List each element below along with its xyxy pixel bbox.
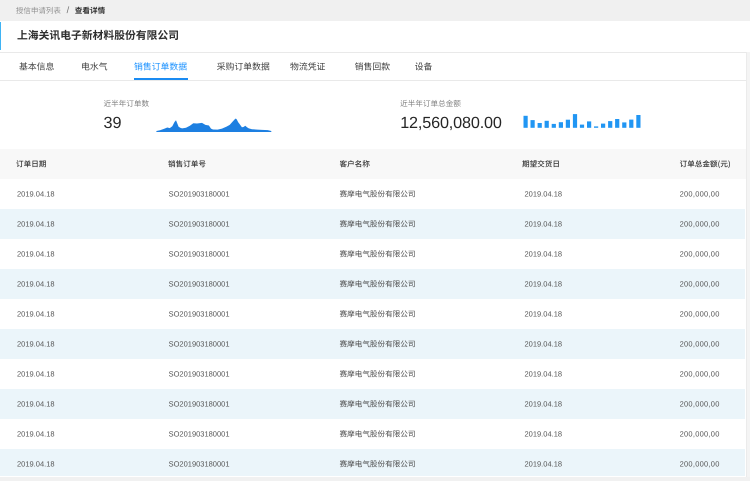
- svg-text:2019.04.18: 2019.04.18: [525, 279, 563, 288]
- svg-text:SO201903180001: SO201903180001: [169, 219, 230, 228]
- svg-text:200,000,00: 200,000,00: [680, 279, 720, 288]
- svg-text:/: /: [67, 5, 70, 15]
- svg-text:200,000,00: 200,000,00: [680, 399, 720, 408]
- svg-text:2019.04.18: 2019.04.18: [525, 429, 563, 438]
- svg-text:2019.04.18: 2019.04.18: [17, 369, 55, 378]
- svg-text:39: 39: [104, 114, 122, 132]
- svg-text:200,000,00: 200,000,00: [680, 309, 720, 318]
- svg-text:SO201903180001: SO201903180001: [169, 369, 230, 378]
- svg-text:2019.04.18: 2019.04.18: [17, 429, 55, 438]
- svg-text:2019.04.18: 2019.04.18: [17, 339, 55, 348]
- svg-text:2019.04.18: 2019.04.18: [17, 189, 55, 198]
- svg-text:2019.04.18: 2019.04.18: [525, 219, 563, 228]
- svg-text:2019.04.18: 2019.04.18: [17, 249, 55, 258]
- svg-text:12,560,080.00: 12,560,080.00: [400, 114, 502, 132]
- svg-text:2019.04.18: 2019.04.18: [525, 369, 563, 378]
- svg-text:SO201903180001: SO201903180001: [169, 249, 230, 258]
- svg-text:2019.04.18: 2019.04.18: [525, 399, 563, 408]
- svg-text:200,000,00: 200,000,00: [680, 369, 720, 378]
- svg-text:200,000,00: 200,000,00: [680, 219, 720, 228]
- svg-text:200,000,00: 200,000,00: [680, 339, 720, 348]
- svg-text:2019.04.18: 2019.04.18: [17, 309, 55, 318]
- svg-text:SO201903180001: SO201903180001: [169, 279, 230, 288]
- svg-text:2019.04.18: 2019.04.18: [525, 189, 563, 198]
- svg-text:SO201903180001: SO201903180001: [169, 459, 230, 468]
- svg-text:2019.04.18: 2019.04.18: [525, 309, 563, 318]
- svg-text:200,000,00: 200,000,00: [680, 249, 720, 258]
- svg-text:200,000,00: 200,000,00: [680, 459, 720, 468]
- svg-text:2019.04.18: 2019.04.18: [17, 219, 55, 228]
- svg-text:SO201903180001: SO201903180001: [169, 339, 230, 348]
- svg-text:2019.04.18: 2019.04.18: [525, 459, 563, 468]
- svg-text:2019.04.18: 2019.04.18: [17, 399, 55, 408]
- svg-text:2019.04.18: 2019.04.18: [17, 459, 55, 468]
- svg-text:2019.04.18: 2019.04.18: [17, 279, 55, 288]
- svg-text:SO201903180001: SO201903180001: [169, 429, 230, 438]
- svg-text:SO201903180001: SO201903180001: [169, 309, 230, 318]
- svg-text:2019.04.18: 2019.04.18: [525, 249, 563, 258]
- svg-text:SO201903180001: SO201903180001: [169, 399, 230, 408]
- svg-text:200,000,00: 200,000,00: [680, 429, 720, 438]
- svg-text:2019.04.18: 2019.04.18: [525, 339, 563, 348]
- svg-text:SO201903180001: SO201903180001: [169, 189, 230, 198]
- svg-text:200,000,00: 200,000,00: [680, 189, 720, 198]
